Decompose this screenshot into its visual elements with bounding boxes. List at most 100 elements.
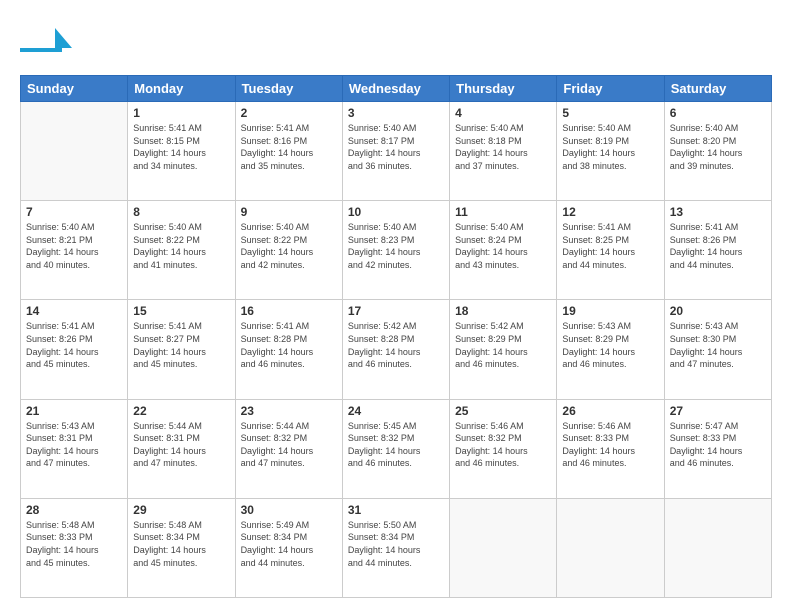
day-info-line: Daylight: 14 hours bbox=[348, 544, 444, 557]
calendar-week-row: 28Sunrise: 5:48 AMSunset: 8:33 PMDayligh… bbox=[21, 498, 772, 597]
day-header-friday: Friday bbox=[557, 76, 664, 102]
day-info-line: Sunrise: 5:42 AM bbox=[348, 320, 444, 333]
day-info-line: Daylight: 14 hours bbox=[348, 346, 444, 359]
header bbox=[20, 18, 772, 65]
day-info-line: Sunrise: 5:40 AM bbox=[26, 221, 122, 234]
day-info-line: and 42 minutes. bbox=[241, 259, 337, 272]
day-number: 14 bbox=[26, 304, 122, 318]
day-info-line: Daylight: 14 hours bbox=[562, 246, 658, 259]
calendar-cell: 6Sunrise: 5:40 AMSunset: 8:20 PMDaylight… bbox=[664, 102, 771, 201]
day-info-line: Sunset: 8:32 PM bbox=[348, 432, 444, 445]
day-info-line: Sunrise: 5:48 AM bbox=[133, 519, 229, 532]
day-info-line: Sunrise: 5:40 AM bbox=[455, 221, 551, 234]
calendar-cell: 29Sunrise: 5:48 AMSunset: 8:34 PMDayligh… bbox=[128, 498, 235, 597]
day-header-saturday: Saturday bbox=[664, 76, 771, 102]
day-info-line: Sunrise: 5:43 AM bbox=[26, 420, 122, 433]
day-number: 8 bbox=[133, 205, 229, 219]
day-info-line: and 38 minutes. bbox=[562, 160, 658, 173]
day-number: 4 bbox=[455, 106, 551, 120]
calendar-week-row: 21Sunrise: 5:43 AMSunset: 8:31 PMDayligh… bbox=[21, 399, 772, 498]
day-info-line: Daylight: 14 hours bbox=[241, 246, 337, 259]
day-info-line: Sunset: 8:31 PM bbox=[133, 432, 229, 445]
day-info-line: Sunrise: 5:40 AM bbox=[562, 122, 658, 135]
calendar-cell: 21Sunrise: 5:43 AMSunset: 8:31 PMDayligh… bbox=[21, 399, 128, 498]
day-number: 7 bbox=[26, 205, 122, 219]
day-number: 25 bbox=[455, 404, 551, 418]
day-info-line: and 45 minutes. bbox=[26, 358, 122, 371]
day-info-line: Sunrise: 5:47 AM bbox=[670, 420, 766, 433]
day-info-line: Sunset: 8:15 PM bbox=[133, 135, 229, 148]
day-info-line: and 45 minutes. bbox=[133, 358, 229, 371]
day-info-line: Sunrise: 5:49 AM bbox=[241, 519, 337, 532]
day-info-line: Sunrise: 5:41 AM bbox=[241, 320, 337, 333]
day-info-line: and 47 minutes. bbox=[26, 457, 122, 470]
day-info-line: Sunset: 8:34 PM bbox=[348, 531, 444, 544]
day-info-line: Sunrise: 5:45 AM bbox=[348, 420, 444, 433]
day-info-line: Daylight: 14 hours bbox=[455, 246, 551, 259]
day-info-line: and 44 minutes. bbox=[348, 557, 444, 570]
day-info-line: Daylight: 14 hours bbox=[562, 147, 658, 160]
calendar-header-row: SundayMondayTuesdayWednesdayThursdayFrid… bbox=[21, 76, 772, 102]
calendar-cell: 18Sunrise: 5:42 AMSunset: 8:29 PMDayligh… bbox=[450, 300, 557, 399]
day-header-thursday: Thursday bbox=[450, 76, 557, 102]
calendar-cell: 24Sunrise: 5:45 AMSunset: 8:32 PMDayligh… bbox=[342, 399, 449, 498]
day-info-line: Sunrise: 5:44 AM bbox=[241, 420, 337, 433]
day-info-line: Sunrise: 5:41 AM bbox=[133, 320, 229, 333]
calendar-table: SundayMondayTuesdayWednesdayThursdayFrid… bbox=[20, 75, 772, 598]
day-info-line: Sunrise: 5:41 AM bbox=[133, 122, 229, 135]
day-info-line: Sunrise: 5:41 AM bbox=[26, 320, 122, 333]
day-info-line: Daylight: 14 hours bbox=[26, 246, 122, 259]
day-info-line: and 47 minutes. bbox=[670, 358, 766, 371]
day-info-line: Sunset: 8:31 PM bbox=[26, 432, 122, 445]
day-header-sunday: Sunday bbox=[21, 76, 128, 102]
calendar-cell: 4Sunrise: 5:40 AMSunset: 8:18 PMDaylight… bbox=[450, 102, 557, 201]
logo bbox=[20, 18, 74, 65]
day-info-line: and 46 minutes. bbox=[348, 358, 444, 371]
day-info-line: and 37 minutes. bbox=[455, 160, 551, 173]
day-number: 26 bbox=[562, 404, 658, 418]
calendar-cell: 5Sunrise: 5:40 AMSunset: 8:19 PMDaylight… bbox=[557, 102, 664, 201]
day-number: 15 bbox=[133, 304, 229, 318]
day-info-line: Daylight: 14 hours bbox=[670, 147, 766, 160]
day-info-line: and 39 minutes. bbox=[670, 160, 766, 173]
day-info-line: and 42 minutes. bbox=[348, 259, 444, 272]
day-number: 18 bbox=[455, 304, 551, 318]
day-info-line: Sunset: 8:21 PM bbox=[26, 234, 122, 247]
day-number: 3 bbox=[348, 106, 444, 120]
day-info-line: Daylight: 14 hours bbox=[133, 445, 229, 458]
day-number: 24 bbox=[348, 404, 444, 418]
day-number: 13 bbox=[670, 205, 766, 219]
day-number: 11 bbox=[455, 205, 551, 219]
day-info-line: and 46 minutes. bbox=[562, 358, 658, 371]
day-info-line: Daylight: 14 hours bbox=[562, 445, 658, 458]
day-number: 30 bbox=[241, 503, 337, 517]
day-header-monday: Monday bbox=[128, 76, 235, 102]
calendar-cell: 19Sunrise: 5:43 AMSunset: 8:29 PMDayligh… bbox=[557, 300, 664, 399]
calendar-cell: 16Sunrise: 5:41 AMSunset: 8:28 PMDayligh… bbox=[235, 300, 342, 399]
day-info-line: Sunset: 8:28 PM bbox=[348, 333, 444, 346]
day-number: 27 bbox=[670, 404, 766, 418]
day-info-line: Sunrise: 5:46 AM bbox=[562, 420, 658, 433]
calendar-cell: 9Sunrise: 5:40 AMSunset: 8:22 PMDaylight… bbox=[235, 201, 342, 300]
day-info-line: and 46 minutes. bbox=[562, 457, 658, 470]
calendar-cell: 12Sunrise: 5:41 AMSunset: 8:25 PMDayligh… bbox=[557, 201, 664, 300]
day-info-line: and 46 minutes. bbox=[241, 358, 337, 371]
calendar-cell: 11Sunrise: 5:40 AMSunset: 8:24 PMDayligh… bbox=[450, 201, 557, 300]
day-info-line: Sunset: 8:26 PM bbox=[26, 333, 122, 346]
day-info-line: and 47 minutes. bbox=[133, 457, 229, 470]
day-info-line: Sunset: 8:19 PM bbox=[562, 135, 658, 148]
day-number: 29 bbox=[133, 503, 229, 517]
day-info-line: Sunrise: 5:40 AM bbox=[348, 122, 444, 135]
day-number: 16 bbox=[241, 304, 337, 318]
day-info-line: Sunrise: 5:40 AM bbox=[455, 122, 551, 135]
day-number: 1 bbox=[133, 106, 229, 120]
day-info-line: and 40 minutes. bbox=[26, 259, 122, 272]
page: SundayMondayTuesdayWednesdayThursdayFrid… bbox=[0, 0, 792, 612]
day-info-line: and 45 minutes. bbox=[133, 557, 229, 570]
day-info-line: Sunrise: 5:41 AM bbox=[241, 122, 337, 135]
day-info-line: Daylight: 14 hours bbox=[26, 346, 122, 359]
day-info-line: Daylight: 14 hours bbox=[241, 544, 337, 557]
day-info-line: Daylight: 14 hours bbox=[133, 246, 229, 259]
day-info-line: and 35 minutes. bbox=[241, 160, 337, 173]
calendar-cell: 27Sunrise: 5:47 AMSunset: 8:33 PMDayligh… bbox=[664, 399, 771, 498]
